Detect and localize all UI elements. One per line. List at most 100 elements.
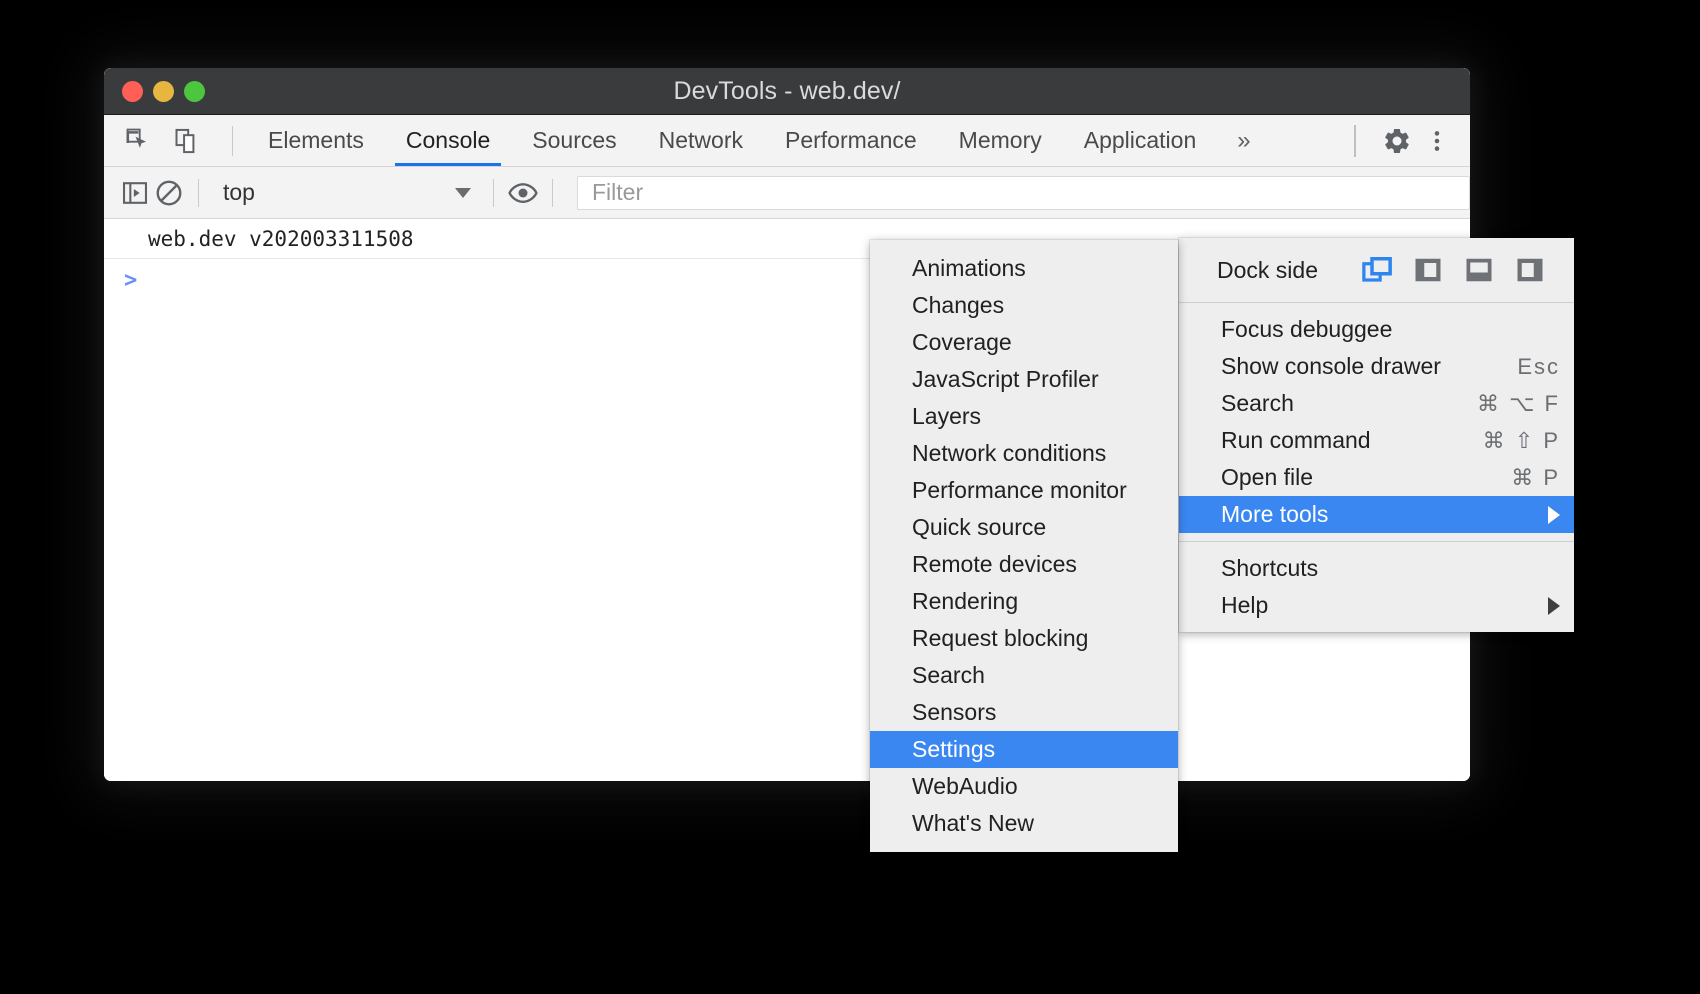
- menu-item-open-file[interactable]: Open file ⌘ P: [1179, 459, 1574, 496]
- tab-label: Console: [406, 127, 490, 154]
- traffic-light-controls: [122, 81, 205, 102]
- submenu-item-rendering[interactable]: Rendering: [870, 583, 1178, 620]
- submenu-item-whats-new[interactable]: What's New: [870, 805, 1178, 842]
- live-expression-eye-icon[interactable]: [506, 176, 540, 210]
- submenu-item-label: Performance monitor: [912, 477, 1164, 504]
- console-filter-placeholder: Filter: [592, 179, 643, 206]
- dock-side-label: Dock side: [1217, 257, 1318, 284]
- submenu-item-javascript-profiler[interactable]: JavaScript Profiler: [870, 361, 1178, 398]
- submenu-item-label: Sensors: [912, 699, 1164, 726]
- menu-item-shortcut: ⌘ ⇧ P: [1483, 428, 1560, 454]
- tabbar-left-icons: [104, 124, 247, 158]
- submenu-item-label: Network conditions: [912, 440, 1164, 467]
- submenu-item-animations[interactable]: Animations: [870, 250, 1178, 287]
- tab-label: Memory: [959, 127, 1042, 154]
- toolbar-divider-right: [1354, 125, 1356, 157]
- menu-item-shortcuts[interactable]: Shortcuts: [1179, 550, 1574, 587]
- tab-label: Network: [659, 127, 743, 154]
- tabbar-right-icons: [1354, 115, 1454, 166]
- execution-context-value: top: [223, 179, 255, 206]
- menu-separator-bottom: [1179, 541, 1574, 542]
- maximize-window-button[interactable]: [184, 81, 205, 102]
- panel-tabs: Elements Console Sources Network Perform…: [247, 115, 1271, 166]
- overflow-label: »: [1237, 127, 1250, 155]
- submenu-item-network-conditions[interactable]: Network conditions: [870, 435, 1178, 472]
- submenu-item-settings[interactable]: Settings: [870, 731, 1178, 768]
- tab-performance[interactable]: Performance: [764, 115, 938, 166]
- tab-label: Sources: [532, 127, 616, 154]
- execution-context-select[interactable]: top: [211, 179, 481, 206]
- console-sidebar-icon[interactable]: [118, 176, 152, 210]
- devtools-main-menu: Dock side: [1179, 238, 1574, 632]
- dock-side-options: [1362, 255, 1545, 285]
- tab-console[interactable]: Console: [385, 115, 511, 166]
- console-toolbar-divider: [198, 179, 199, 207]
- submenu-item-changes[interactable]: Changes: [870, 287, 1178, 324]
- devtools-window: DevTools - web.dev/: [104, 68, 1470, 781]
- more-options-kebab-icon[interactable]: [1420, 124, 1454, 158]
- submenu-item-label: JavaScript Profiler: [912, 366, 1164, 393]
- console-filter-input[interactable]: Filter: [577, 176, 1470, 210]
- window-titlebar: DevTools - web.dev/: [104, 68, 1470, 115]
- menu-item-show-console-drawer[interactable]: Show console drawer Esc: [1179, 348, 1574, 385]
- tab-label: Application: [1084, 127, 1197, 154]
- undock-into-separate-window-icon[interactable]: [1362, 255, 1392, 285]
- tab-application[interactable]: Application: [1063, 115, 1218, 166]
- console-toolbar: top Filter: [104, 167, 1470, 219]
- more-tools-submenu: Animations Changes Coverage JavaScript P…: [870, 240, 1178, 852]
- submenu-arrow-icon: [1548, 597, 1560, 615]
- tab-label: Elements: [268, 127, 364, 154]
- submenu-item-label: WebAudio: [912, 773, 1164, 800]
- tab-label: Performance: [785, 127, 917, 154]
- dock-to-bottom-icon[interactable]: [1464, 255, 1494, 285]
- menu-item-run-command[interactable]: Run command ⌘ ⇧ P: [1179, 422, 1574, 459]
- menu-item-label: Show console drawer: [1221, 353, 1471, 380]
- submenu-item-layers[interactable]: Layers: [870, 398, 1178, 435]
- submenu-item-quick-source[interactable]: Quick source: [870, 509, 1178, 546]
- menu-item-more-tools[interactable]: More tools: [1179, 496, 1574, 533]
- device-toolbar-icon[interactable]: [170, 124, 204, 158]
- menu-item-label: More tools: [1221, 501, 1526, 528]
- submenu-item-label: Changes: [912, 292, 1164, 319]
- dock-to-right-icon[interactable]: [1515, 255, 1545, 285]
- menu-separator-top: [1179, 302, 1574, 303]
- console-log-text: web.dev v202003311508: [148, 227, 414, 251]
- menu-item-label: Run command: [1221, 427, 1437, 454]
- minimize-window-button[interactable]: [153, 81, 174, 102]
- menu-item-label: Open file: [1221, 464, 1465, 491]
- submenu-item-label: Search: [912, 662, 1164, 689]
- inspect-element-icon[interactable]: [122, 124, 156, 158]
- menu-item-label: Focus debuggee: [1221, 316, 1514, 343]
- menu-item-label: Search: [1221, 390, 1431, 417]
- submenu-item-sensors[interactable]: Sensors: [870, 694, 1178, 731]
- submenu-item-search[interactable]: Search: [870, 657, 1178, 694]
- dock-to-left-icon[interactable]: [1413, 255, 1443, 285]
- toolbar-divider: [232, 126, 233, 156]
- menu-item-shortcut: ⌘ ⌥ F: [1477, 391, 1560, 417]
- menu-item-focus-debuggee[interactable]: Focus debuggee: [1179, 311, 1574, 348]
- tab-network[interactable]: Network: [638, 115, 764, 166]
- submenu-item-coverage[interactable]: Coverage: [870, 324, 1178, 361]
- submenu-item-label: Coverage: [912, 329, 1164, 356]
- tab-memory[interactable]: Memory: [938, 115, 1063, 166]
- submenu-item-webaudio[interactable]: WebAudio: [870, 768, 1178, 805]
- submenu-item-request-blocking[interactable]: Request blocking: [870, 620, 1178, 657]
- tab-overflow-chevron-icon[interactable]: »: [1217, 115, 1270, 166]
- tab-sources[interactable]: Sources: [511, 115, 637, 166]
- settings-gear-icon[interactable]: [1380, 124, 1414, 158]
- submenu-item-label: Rendering: [912, 588, 1164, 615]
- submenu-item-label: Layers: [912, 403, 1164, 430]
- submenu-item-label: Remote devices: [912, 551, 1164, 578]
- close-window-button[interactable]: [122, 81, 143, 102]
- window-title: DevTools - web.dev/: [104, 77, 1470, 106]
- dock-side-row: Dock side: [1179, 246, 1574, 294]
- menu-item-shortcut: ⌘ P: [1511, 465, 1560, 491]
- tab-elements[interactable]: Elements: [247, 115, 385, 166]
- menu-item-search[interactable]: Search ⌘ ⌥ F: [1179, 385, 1574, 422]
- menu-item-help[interactable]: Help: [1179, 587, 1574, 624]
- submenu-item-label: Quick source: [912, 514, 1164, 541]
- submenu-item-label: What's New: [912, 810, 1164, 837]
- clear-console-icon[interactable]: [152, 176, 186, 210]
- submenu-item-performance-monitor[interactable]: Performance monitor: [870, 472, 1178, 509]
- submenu-item-remote-devices[interactable]: Remote devices: [870, 546, 1178, 583]
